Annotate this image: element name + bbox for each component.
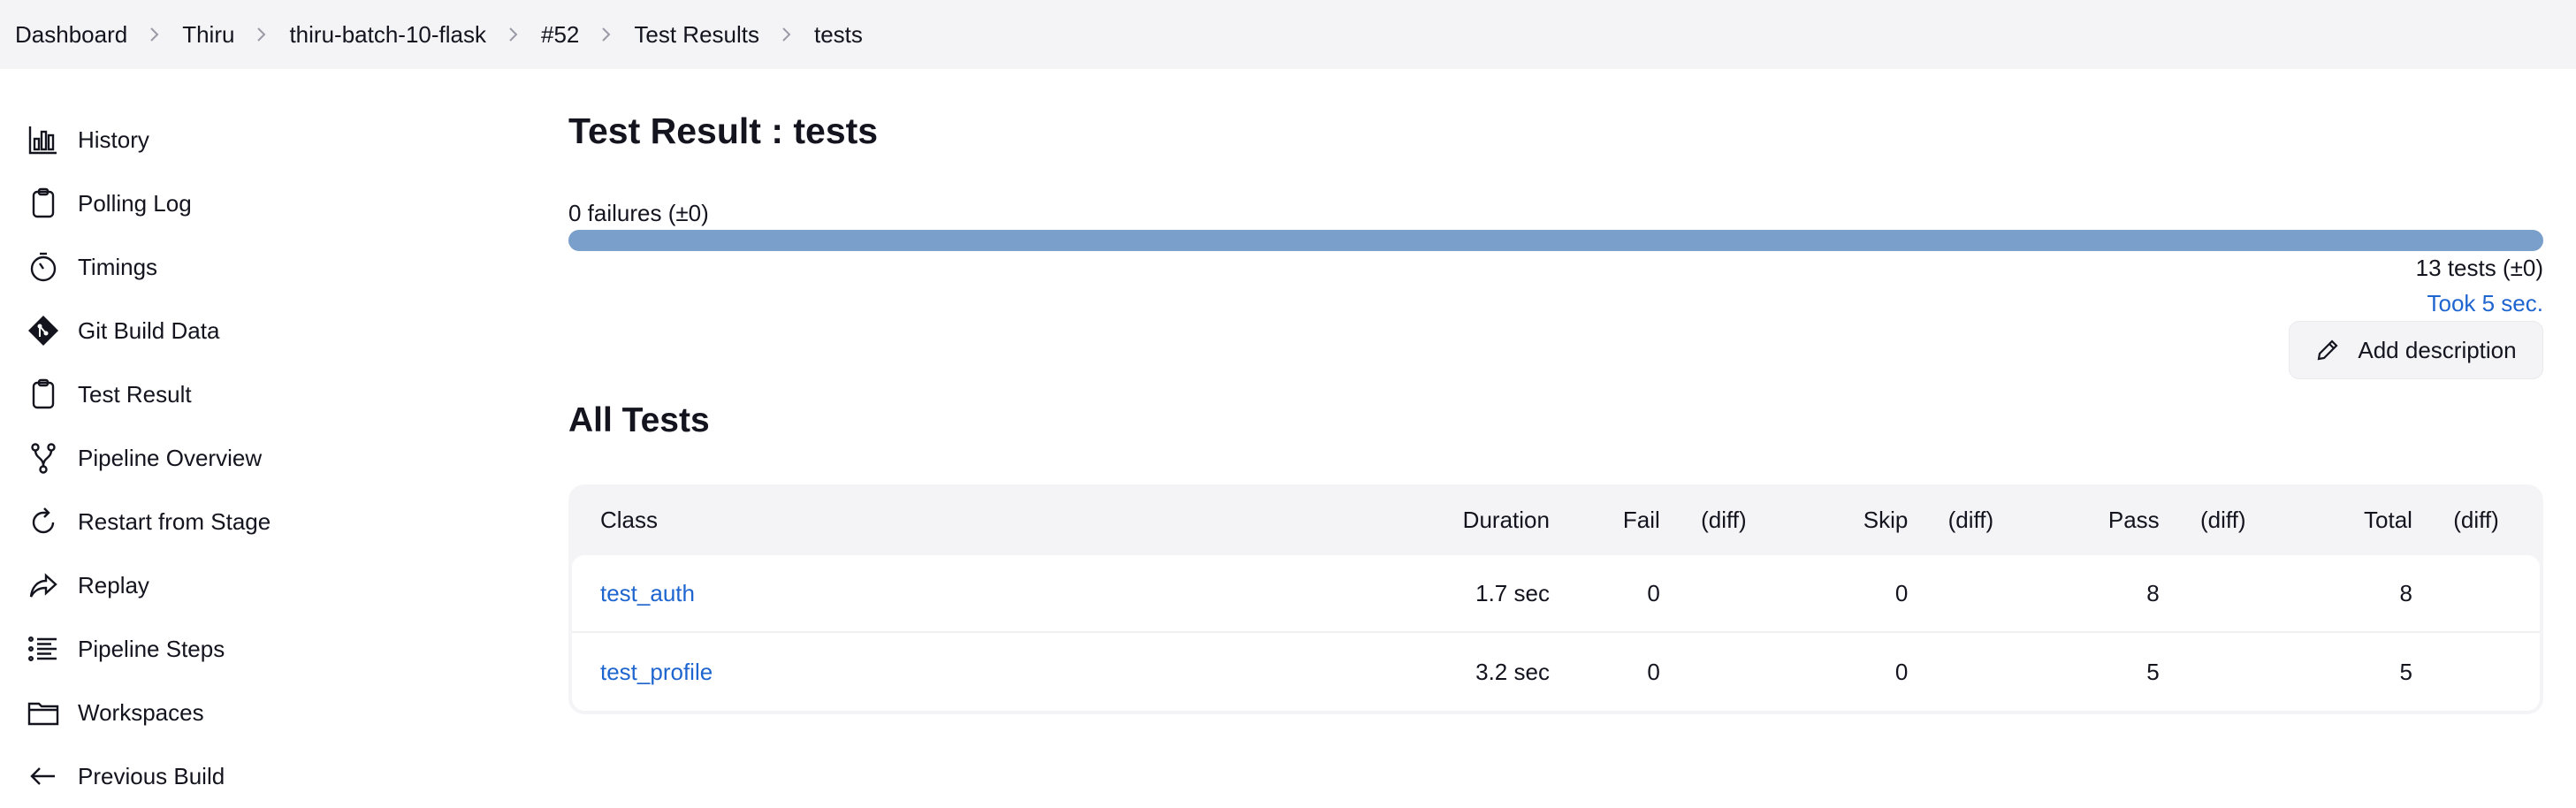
header-skip[interactable]: Skip [1787, 507, 1909, 534]
section-title-all-tests: All Tests [568, 401, 710, 439]
replay-icon [25, 567, 62, 604]
class-link[interactable]: test_profile [572, 659, 1338, 686]
sidebar-item-replay[interactable]: Replay [25, 553, 520, 617]
tests-summary: 13 tests (±0) [2415, 255, 2543, 281]
table-body: test_auth 1.7 sec 0 0 8 8 test_profile 3… [572, 555, 2540, 711]
chevron-right-icon [486, 23, 541, 46]
took-duration-link[interactable]: Took 5 sec. [2427, 290, 2543, 317]
sidebar-item-pipeline-overview[interactable]: Pipeline Overview [25, 426, 520, 490]
sidebar: History Polling Log Timings Git Build Da… [25, 108, 520, 808]
breadcrumb-job[interactable]: thiru-batch-10-flask [289, 21, 486, 49]
sidebar-item-label: History [78, 126, 149, 153]
breadcrumb-tests[interactable]: tests [814, 21, 863, 49]
add-description-label: Add description [2358, 336, 2517, 363]
header-total[interactable]: Total [2287, 507, 2412, 534]
clipboard-icon [25, 376, 62, 413]
sidebar-item-label: Previous Build [78, 762, 225, 789]
tests-table: Class Duration Fail (diff) Skip (diff) P… [568, 484, 2543, 714]
header-fail[interactable]: Fail [1550, 507, 1660, 534]
header-class[interactable]: Class [572, 507, 1338, 534]
branch-icon [25, 439, 62, 476]
duration-cell: 1.7 sec [1475, 579, 1550, 606]
breadcrumb-build[interactable]: #52 [541, 21, 579, 49]
table-row: test_auth 1.7 sec 0 0 8 8 [572, 555, 2540, 633]
breadcrumb-dashboard[interactable]: Dashboard [15, 21, 127, 49]
sidebar-item-label: Replay [78, 571, 149, 598]
header-skip-diff[interactable]: (diff) [1908, 507, 2033, 534]
sidebar-item-history[interactable]: History [25, 108, 520, 172]
add-description-button[interactable]: Add description [2289, 321, 2543, 379]
breadcrumb-test-results[interactable]: Test Results [634, 21, 759, 49]
pass-cell: 5 [2146, 658, 2160, 685]
sidebar-item-polling-log[interactable]: Polling Log [25, 172, 520, 235]
sidebar-item-timings[interactable]: Timings [25, 235, 520, 299]
sidebar-item-label: Test Result [78, 380, 192, 408]
header-pass-diff[interactable]: (diff) [2160, 507, 2287, 534]
header-fail-diff[interactable]: (diff) [1660, 507, 1787, 534]
sidebar-item-previous-build[interactable]: Previous Build [25, 744, 520, 808]
header-total-diff[interactable]: (diff) [2412, 507, 2540, 534]
pencil-icon [2318, 339, 2338, 361]
header-duration[interactable]: Duration [1338, 507, 1550, 534]
restart-icon [25, 503, 62, 540]
arrow-left-icon [25, 758, 62, 795]
total-cell: 5 [2399, 658, 2412, 685]
test-progress-bar [568, 230, 2543, 251]
skip-cell: 0 [1894, 658, 1909, 685]
clipboard-icon [25, 185, 62, 222]
class-link[interactable]: test_auth [572, 580, 1338, 607]
skip-cell: 0 [1894, 579, 1909, 606]
sidebar-item-pipeline-steps[interactable]: Pipeline Steps [25, 617, 520, 681]
chevron-right-icon [579, 23, 634, 46]
total-cell: 8 [2399, 579, 2412, 606]
sidebar-item-label: Polling Log [78, 189, 192, 217]
sidebar-item-label: Git Build Data [78, 316, 220, 344]
chevron-right-icon [127, 23, 182, 46]
sidebar-item-label: Timings [78, 253, 158, 280]
sidebar-item-test-result[interactable]: Test Result [25, 362, 520, 426]
folder-icon [25, 694, 62, 731]
table-row: test_profile 3.2 sec 0 0 5 5 [572, 633, 2540, 711]
table-header: Class Duration Fail (diff) Skip (diff) P… [572, 484, 2540, 555]
bar-chart-icon [25, 121, 62, 158]
page-title: Test Result : tests [568, 111, 879, 151]
stopwatch-icon [25, 248, 62, 286]
fail-cell: 0 [1647, 579, 1660, 606]
progress-pass-fill [568, 230, 2543, 251]
sidebar-item-label: Pipeline Overview [78, 444, 263, 471]
fail-cell: 0 [1647, 658, 1660, 685]
list-icon [25, 630, 62, 667]
breadcrumb: Dashboard Thiru thiru-batch-10-flask #52… [0, 0, 2576, 69]
header-pass[interactable]: Pass [2034, 507, 2160, 534]
duration-cell: 3.2 sec [1475, 658, 1550, 685]
breadcrumb-thiru[interactable]: Thiru [182, 21, 234, 49]
sidebar-item-workspaces[interactable]: Workspaces [25, 681, 520, 744]
sidebar-item-label: Workspaces [78, 698, 204, 726]
sidebar-item-label: Pipeline Steps [78, 635, 225, 662]
sidebar-item-restart-from-stage[interactable]: Restart from Stage [25, 490, 520, 553]
chevron-right-icon [759, 23, 814, 46]
git-icon [25, 312, 62, 349]
chevron-right-icon [234, 23, 289, 46]
sidebar-item-label: Restart from Stage [78, 507, 271, 535]
sidebar-item-git-build-data[interactable]: Git Build Data [25, 299, 520, 362]
failures-summary: 0 failures (±0) [568, 200, 709, 226]
pass-cell: 8 [2146, 579, 2160, 606]
